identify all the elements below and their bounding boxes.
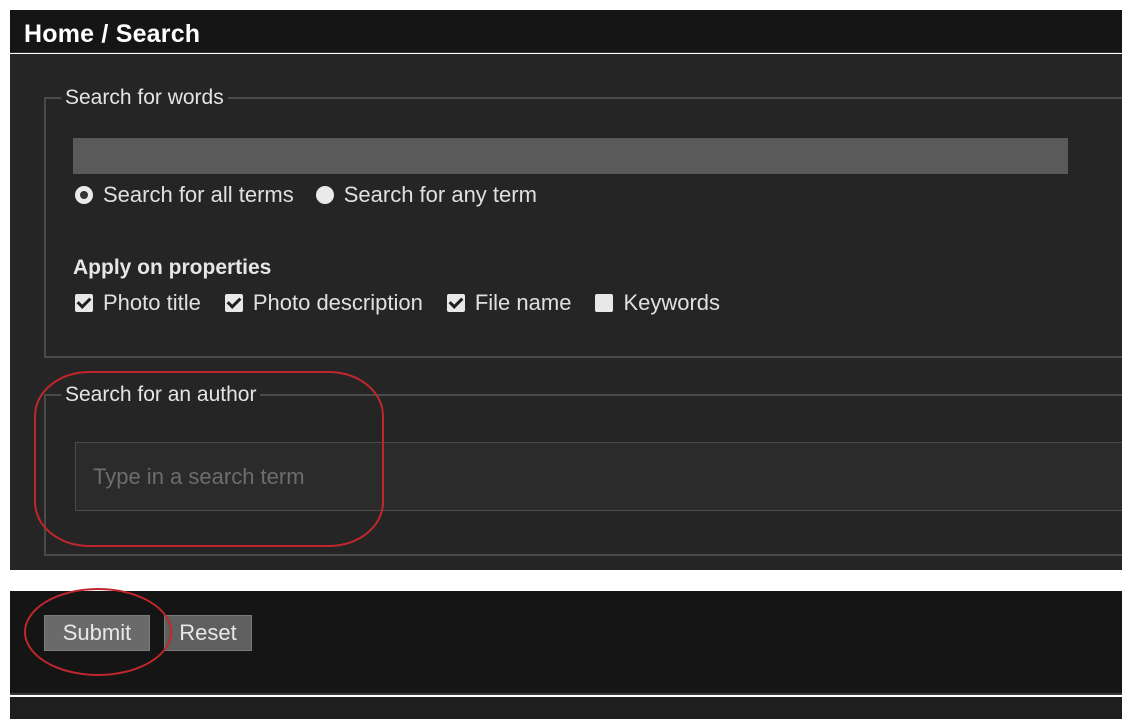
radio-all-terms-control[interactable]	[75, 186, 93, 204]
checkbox-file-name[interactable]: File name	[446, 290, 572, 316]
page-header: Home / Search	[10, 10, 1122, 53]
radio-any-term-control[interactable]	[315, 186, 334, 204]
checkbox-file-name-label: File name	[474, 290, 572, 315]
author-search-input[interactable]	[75, 442, 1122, 511]
checkbox-photo-title-control[interactable]	[75, 294, 93, 312]
checkbox-photo-description[interactable]: Photo description	[224, 290, 423, 316]
checkbox-keywords[interactable]: Keywords	[595, 290, 720, 316]
search-page: Home / Search Search for words Search fo…	[0, 0, 1122, 719]
checkbox-keywords-label: Keywords	[623, 290, 721, 315]
breadcrumb: Home / Search	[24, 20, 201, 48]
form-actions: Submit Reset	[10, 591, 1122, 695]
checkbox-photo-title[interactable]: Photo title	[75, 290, 201, 316]
radio-any-term[interactable]: Search for any term	[315, 182, 537, 208]
checkbox-file-name-control[interactable]	[446, 294, 465, 312]
apply-properties-heading: Apply on properties	[73, 256, 272, 279]
submit-button[interactable]: Submit	[44, 615, 150, 651]
checkbox-photo-description-control[interactable]	[224, 294, 243, 312]
bottom-strip	[10, 697, 1122, 719]
radio-all-terms-label: Search for all terms	[103, 182, 294, 207]
checkbox-keywords-control[interactable]	[595, 294, 614, 312]
radio-all-terms[interactable]: Search for all terms	[75, 182, 294, 208]
radio-any-term-label: Search for any term	[343, 182, 537, 207]
checkbox-photo-description-label: Photo description	[252, 290, 423, 315]
properties-checkbox-group: Photo title Photo description File name …	[75, 290, 744, 316]
checkbox-photo-title-label: Photo title	[103, 290, 201, 315]
reset-button[interactable]: Reset	[164, 615, 252, 651]
search-form: Search for words Search for all terms Se…	[10, 54, 1122, 570]
search-words-legend: Search for words	[65, 86, 224, 109]
search-mode-radio-group: Search for all terms Search for any term	[75, 182, 559, 208]
search-author-legend: Search for an author	[65, 383, 257, 406]
search-words-fieldset: Search for words	[44, 86, 1122, 358]
search-words-input[interactable]	[73, 138, 1068, 174]
